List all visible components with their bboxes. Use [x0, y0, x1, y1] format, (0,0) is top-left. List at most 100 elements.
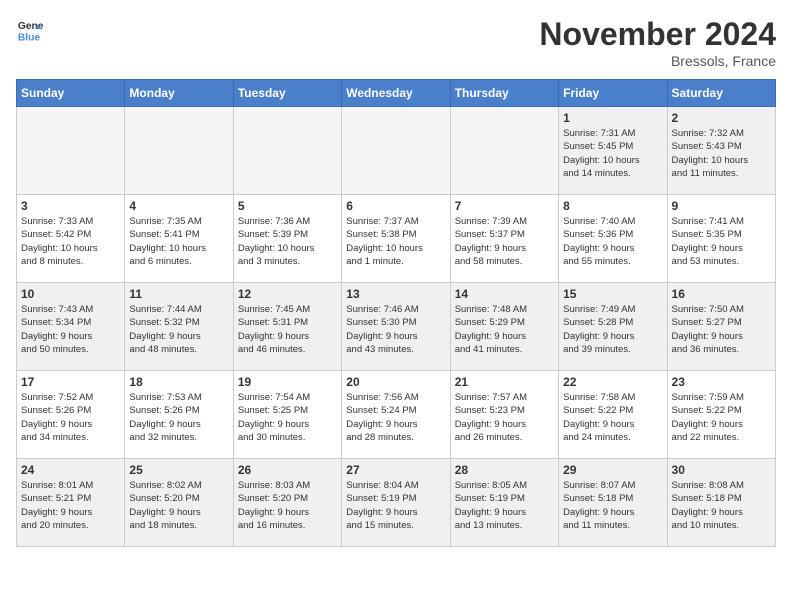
calendar-day-cell: 7 Sunrise: 7:39 AM Sunset: 5:37 PM Daylig…: [450, 195, 558, 283]
calendar-week-row: 1 Sunrise: 7:31 AM Sunset: 5:45 PM Daylig…: [17, 107, 776, 195]
day-header-saturday: Saturday: [667, 80, 775, 107]
day-info: Sunrise: 7:37 AM Sunset: 5:38 PM Dayligh…: [346, 215, 445, 268]
location: Bressols, France: [539, 53, 776, 69]
calendar-day-cell: 3 Sunrise: 7:33 AM Sunset: 5:42 PM Daylig…: [17, 195, 125, 283]
day-info: Sunrise: 7:52 AM Sunset: 5:26 PM Dayligh…: [21, 391, 120, 444]
day-header-wednesday: Wednesday: [342, 80, 450, 107]
calendar-day-cell: 11 Sunrise: 7:44 AM Sunset: 5:32 PM Dayli…: [125, 283, 233, 371]
day-header-sunday: Sunday: [17, 80, 125, 107]
day-info: Sunrise: 8:04 AM Sunset: 5:19 PM Dayligh…: [346, 479, 445, 532]
day-number: 12: [238, 287, 337, 301]
day-number: 10: [21, 287, 120, 301]
day-info: Sunrise: 7:57 AM Sunset: 5:23 PM Dayligh…: [455, 391, 554, 444]
title-block: November 2024 Bressols, France: [539, 16, 776, 69]
day-number: 15: [563, 287, 662, 301]
calendar-week-row: 3 Sunrise: 7:33 AM Sunset: 5:42 PM Daylig…: [17, 195, 776, 283]
day-header-tuesday: Tuesday: [233, 80, 341, 107]
day-number: 26: [238, 463, 337, 477]
calendar-day-cell: 12 Sunrise: 7:45 AM Sunset: 5:31 PM Dayli…: [233, 283, 341, 371]
calendar-day-cell: 10Sunrise: 7:43 AM Sunset: 5:34 PM Dayli…: [17, 283, 125, 371]
day-header-monday: Monday: [125, 80, 233, 107]
day-number: 30: [672, 463, 771, 477]
calendar-day-cell: 4 Sunrise: 7:35 AM Sunset: 5:41 PM Daylig…: [125, 195, 233, 283]
calendar-day-cell: 30 Sunrise: 8:08 AM Sunset: 5:18 PM Dayli…: [667, 459, 775, 547]
calendar-day-cell: 26 Sunrise: 8:03 AM Sunset: 5:20 PM Dayli…: [233, 459, 341, 547]
calendar-day-cell: 20 Sunrise: 7:56 AM Sunset: 5:24 PM Dayli…: [342, 371, 450, 459]
calendar-day-cell: [17, 107, 125, 195]
calendar-day-cell: 15Sunrise: 7:49 AM Sunset: 5:28 PM Dayli…: [559, 283, 667, 371]
day-info: Sunrise: 7:33 AM Sunset: 5:42 PM Dayligh…: [21, 215, 120, 268]
calendar-day-cell: 29Sunrise: 8:07 AM Sunset: 5:18 PM Dayli…: [559, 459, 667, 547]
day-number: 17: [21, 375, 120, 389]
calendar-table: SundayMondayTuesdayWednesdayThursdayFrid…: [16, 79, 776, 547]
day-header-thursday: Thursday: [450, 80, 558, 107]
calendar-day-cell: 23 Sunrise: 7:59 AM Sunset: 5:22 PM Dayli…: [667, 371, 775, 459]
day-info: Sunrise: 8:01 AM Sunset: 5:21 PM Dayligh…: [21, 479, 120, 532]
day-number: 1: [563, 111, 662, 125]
day-info: Sunrise: 7:50 AM Sunset: 5:27 PM Dayligh…: [672, 303, 771, 356]
calendar-header-row: SundayMondayTuesdayWednesdayThursdayFrid…: [17, 80, 776, 107]
day-info: Sunrise: 8:02 AM Sunset: 5:20 PM Dayligh…: [129, 479, 228, 532]
day-info: Sunrise: 7:45 AM Sunset: 5:31 PM Dayligh…: [238, 303, 337, 356]
calendar-day-cell: 27 Sunrise: 8:04 AM Sunset: 5:19 PM Dayli…: [342, 459, 450, 547]
calendar-day-cell: 25 Sunrise: 8:02 AM Sunset: 5:20 PM Dayli…: [125, 459, 233, 547]
calendar-day-cell: 2Sunrise: 7:32 AM Sunset: 5:43 PM Daylig…: [667, 107, 775, 195]
day-number: 8: [563, 199, 662, 213]
day-info: Sunrise: 7:56 AM Sunset: 5:24 PM Dayligh…: [346, 391, 445, 444]
calendar-day-cell: 22 Sunrise: 7:58 AM Sunset: 5:22 PM Dayli…: [559, 371, 667, 459]
day-info: Sunrise: 8:03 AM Sunset: 5:20 PM Dayligh…: [238, 479, 337, 532]
calendar-day-cell: 9 Sunrise: 7:41 AM Sunset: 5:35 PM Daylig…: [667, 195, 775, 283]
day-number: 4: [129, 199, 228, 213]
svg-text:General: General: [18, 21, 44, 32]
day-info: Sunrise: 7:40 AM Sunset: 5:36 PM Dayligh…: [563, 215, 662, 268]
svg-text:Blue: Blue: [18, 32, 41, 43]
day-info: Sunrise: 7:44 AM Sunset: 5:32 PM Dayligh…: [129, 303, 228, 356]
day-number: 18: [129, 375, 228, 389]
logo-icon: General Blue: [16, 16, 44, 44]
day-number: 13: [346, 287, 445, 301]
day-number: 3: [21, 199, 120, 213]
calendar-day-cell: 16 Sunrise: 7:50 AM Sunset: 5:27 PM Dayli…: [667, 283, 775, 371]
calendar-day-cell: 24 Sunrise: 8:01 AM Sunset: 5:21 PM Dayli…: [17, 459, 125, 547]
calendar-week-row: 10Sunrise: 7:43 AM Sunset: 5:34 PM Dayli…: [17, 283, 776, 371]
calendar-day-cell: [342, 107, 450, 195]
day-info: Sunrise: 7:54 AM Sunset: 5:25 PM Dayligh…: [238, 391, 337, 444]
day-info: Sunrise: 7:31 AM Sunset: 5:45 PM Dayligh…: [563, 127, 662, 180]
day-info: Sunrise: 8:08 AM Sunset: 5:18 PM Dayligh…: [672, 479, 771, 532]
day-info: Sunrise: 7:35 AM Sunset: 5:41 PM Dayligh…: [129, 215, 228, 268]
day-info: Sunrise: 8:07 AM Sunset: 5:18 PM Dayligh…: [563, 479, 662, 532]
calendar-day-cell: 1 Sunrise: 7:31 AM Sunset: 5:45 PM Daylig…: [559, 107, 667, 195]
day-number: 20: [346, 375, 445, 389]
day-number: 2: [672, 111, 771, 125]
calendar-day-cell: 18 Sunrise: 7:53 AM Sunset: 5:26 PM Dayli…: [125, 371, 233, 459]
calendar-day-cell: 19Sunrise: 7:54 AM Sunset: 5:25 PM Dayli…: [233, 371, 341, 459]
day-number: 7: [455, 199, 554, 213]
day-info: Sunrise: 7:39 AM Sunset: 5:37 PM Dayligh…: [455, 215, 554, 268]
calendar-day-cell: 6 Sunrise: 7:37 AM Sunset: 5:38 PM Daylig…: [342, 195, 450, 283]
calendar-day-cell: 14Sunrise: 7:48 AM Sunset: 5:29 PM Dayli…: [450, 283, 558, 371]
day-number: 5: [238, 199, 337, 213]
page-header: General Blue November 2024 Bressols, Fra…: [16, 16, 776, 69]
day-number: 16: [672, 287, 771, 301]
day-number: 27: [346, 463, 445, 477]
day-info: Sunrise: 7:53 AM Sunset: 5:26 PM Dayligh…: [129, 391, 228, 444]
day-info: Sunrise: 7:58 AM Sunset: 5:22 PM Dayligh…: [563, 391, 662, 444]
day-number: 23: [672, 375, 771, 389]
month-title: November 2024: [539, 16, 776, 53]
day-number: 9: [672, 199, 771, 213]
calendar-day-cell: [450, 107, 558, 195]
day-number: 25: [129, 463, 228, 477]
logo: General Blue: [16, 16, 44, 44]
day-number: 21: [455, 375, 554, 389]
day-info: Sunrise: 7:59 AM Sunset: 5:22 PM Dayligh…: [672, 391, 771, 444]
day-info: Sunrise: 7:46 AM Sunset: 5:30 PM Dayligh…: [346, 303, 445, 356]
calendar-day-cell: [125, 107, 233, 195]
day-number: 24: [21, 463, 120, 477]
calendar-day-cell: 5Sunrise: 7:36 AM Sunset: 5:39 PM Daylig…: [233, 195, 341, 283]
day-number: 22: [563, 375, 662, 389]
calendar-day-cell: 8 Sunrise: 7:40 AM Sunset: 5:36 PM Daylig…: [559, 195, 667, 283]
day-header-friday: Friday: [559, 80, 667, 107]
day-number: 6: [346, 199, 445, 213]
day-info: Sunrise: 7:41 AM Sunset: 5:35 PM Dayligh…: [672, 215, 771, 268]
day-number: 11: [129, 287, 228, 301]
